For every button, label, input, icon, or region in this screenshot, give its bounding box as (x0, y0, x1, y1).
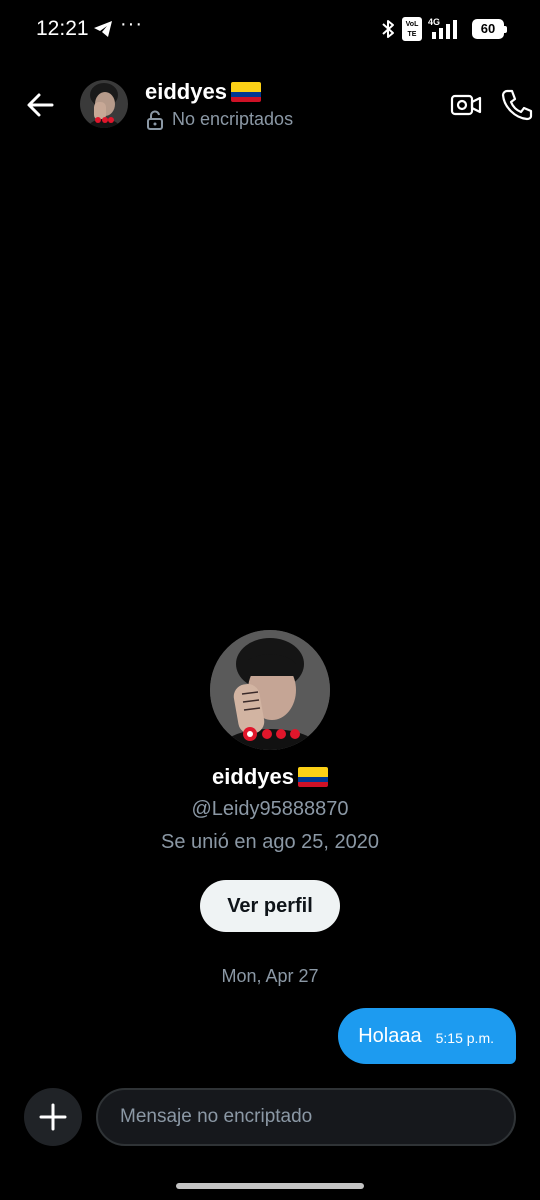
status-indicators: VoLTE 4G 60 (380, 16, 507, 42)
encryption-label: No encriptados (172, 109, 294, 129)
video-call-icon[interactable] (450, 90, 482, 120)
volte-label: VoLTE (405, 21, 419, 38)
message-bubble-outgoing[interactable]: Holaaa 5:15 p.m. (338, 1008, 516, 1064)
signal-icon: 4G (428, 17, 466, 41)
avatar[interactable] (80, 80, 128, 128)
profile-joined-date: Se unió en ago 25, 2020 (161, 831, 379, 853)
bluetooth-icon (382, 20, 394, 38)
encryption-status: No encriptados (146, 109, 293, 130)
message-composer[interactable] (96, 1088, 516, 1146)
profile-name-text: eiddyes (212, 764, 294, 789)
volte-icon: VoLTE (402, 17, 422, 41)
add-attachment-button[interactable] (24, 1088, 82, 1146)
header-name-text: eiddyes (145, 79, 227, 104)
home-indicator[interactable] (176, 1183, 364, 1189)
profile-avatar[interactable] (210, 630, 330, 750)
message-time: 5:15 p.m. (435, 1030, 494, 1046)
status-time: 12:21 (36, 17, 89, 40)
battery-level: 60 (480, 21, 496, 36)
telegram-icon (94, 21, 112, 37)
view-profile-button[interactable]: Ver perfil (200, 880, 340, 932)
colombia-flag-icon (230, 82, 261, 102)
colombia-flag-icon (297, 767, 328, 787)
chat-header: eiddyes No encriptados (0, 70, 540, 140)
plus-icon (39, 1103, 67, 1131)
phone-icon[interactable] (500, 88, 534, 122)
status-bar: 12:21 ··· VoLTE 4G 60 (0, 0, 540, 58)
message-input[interactable] (120, 1106, 514, 1128)
profile-avatar-image (210, 630, 330, 750)
lock-open-icon (147, 110, 163, 130)
message-text: Holaaa (358, 1024, 422, 1047)
status-more-dots: ··· (120, 13, 143, 35)
profile-card: eiddyes @Leidy95888870 Se unió en ago 25… (0, 630, 540, 932)
date-separator: Mon, Apr 27 (221, 966, 319, 986)
profile-name: eiddyes (212, 764, 328, 790)
back-arrow-icon[interactable] (24, 88, 58, 122)
battery-icon: 60 (472, 19, 507, 39)
header-username[interactable]: eiddyes (145, 79, 261, 105)
profile-handle: @Leidy95888870 (191, 798, 349, 820)
avatar-image (80, 80, 128, 128)
